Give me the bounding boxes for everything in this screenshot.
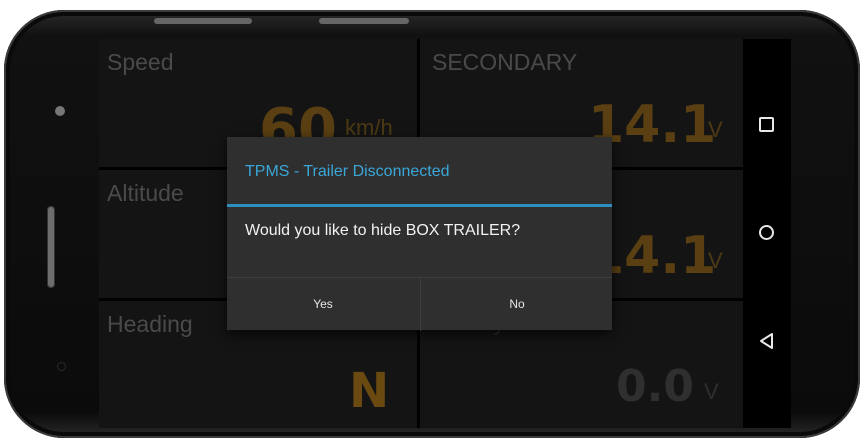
no-button[interactable]: No: [420, 278, 613, 331]
circle-home-icon: [759, 225, 774, 240]
tile-unit: V: [704, 379, 719, 404]
tile-value: N: [349, 363, 390, 419]
power-button: [154, 18, 252, 24]
dialog-message: Would you like to hide BOX TRAILER?: [245, 222, 521, 239]
triangle-back-icon: [760, 333, 773, 349]
speaker-grille: [47, 206, 55, 288]
tile-title: Altitude: [107, 180, 184, 206]
yes-button[interactable]: Yes: [227, 278, 419, 331]
tile-title: Heading: [107, 311, 193, 337]
square-recent-apps-icon: [759, 117, 774, 132]
home-button[interactable]: [757, 223, 777, 243]
proximity-sensor: [57, 362, 66, 371]
tile-value: 0.0: [616, 361, 694, 412]
tile-title: SECONDARY: [432, 49, 578, 75]
android-nav-bar: [743, 39, 791, 428]
back-button[interactable]: [757, 331, 777, 351]
tpms-dialog: TPMS - Trailer Disconnected Would you li…: [227, 137, 612, 331]
tile-unit: V: [708, 117, 723, 142]
volume-button: [319, 18, 409, 24]
recent-apps-button[interactable]: [757, 115, 777, 135]
front-camera: [55, 106, 65, 116]
dialog-actions: Yes No: [227, 277, 612, 331]
tile-unit: V: [708, 248, 723, 273]
dialog-title: TPMS - Trailer Disconnected: [245, 163, 450, 180]
dialog-title-divider: [227, 204, 612, 207]
tile-title: Speed: [107, 49, 174, 75]
